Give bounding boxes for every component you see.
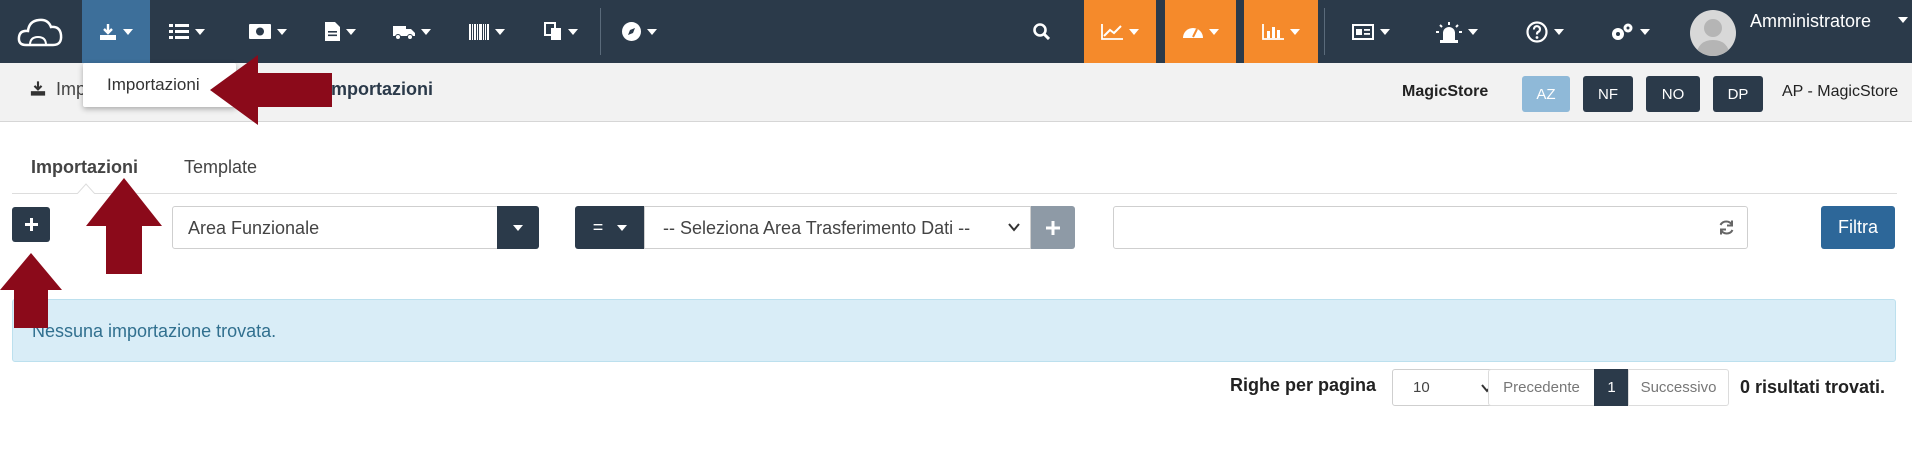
- area-funzionale-toggle[interactable]: [497, 206, 539, 249]
- chevron-down-icon: [1290, 28, 1300, 35]
- nav-settings-menu[interactable]: [1604, 0, 1656, 63]
- document-icon: [324, 22, 340, 41]
- rows-per-page-value: 10: [1413, 379, 1430, 396]
- cloud-logo-icon[interactable]: [0, 0, 80, 63]
- refresh-icon[interactable]: [1718, 219, 1735, 236]
- chevron-down-icon: [1640, 28, 1650, 35]
- search-input[interactable]: [1113, 206, 1748, 249]
- money-icon: [249, 24, 271, 39]
- chevron-down-icon: [1380, 28, 1390, 35]
- bar-chart-icon: [1262, 23, 1284, 40]
- alert-message: Nessuna importazione trovata.: [32, 321, 277, 341]
- list-icon: [169, 24, 189, 39]
- add-area-button[interactable]: [1031, 206, 1075, 249]
- dashboard-icon: [1182, 24, 1203, 39]
- compass-icon: [621, 22, 641, 41]
- chevron-down-icon: [421, 28, 431, 35]
- tag-az[interactable]: AZ: [1522, 76, 1570, 112]
- nav-shipping-menu[interactable]: [392, 0, 432, 63]
- id-card-icon: [1352, 23, 1374, 40]
- chevron-down-icon: [195, 28, 205, 35]
- previous-page-button[interactable]: Precedente: [1488, 369, 1595, 406]
- current-page-button[interactable]: 1: [1594, 369, 1629, 406]
- store-name: MagicStore: [1402, 83, 1489, 100]
- nav-barcode-menu[interactable]: [466, 0, 508, 63]
- nav-dashboard-menu[interactable]: [1165, 0, 1236, 63]
- help-icon: [1526, 20, 1548, 43]
- search-icon: [1032, 23, 1050, 40]
- nav-copy-menu[interactable]: [540, 0, 582, 63]
- annotation-arrow-left: [210, 55, 332, 125]
- tag-no[interactable]: NO: [1646, 76, 1700, 112]
- tab-importazioni[interactable]: Importazioni: [31, 157, 138, 178]
- chevron-down-icon: [1129, 28, 1139, 35]
- area-trasferimento-select[interactable]: -- Seleziona Area Trasferimento Dati --: [644, 206, 1031, 249]
- search-button[interactable]: [1028, 0, 1054, 63]
- line-chart-icon: [1101, 23, 1123, 40]
- plus-icon: [24, 218, 38, 231]
- avatar[interactable]: [1690, 10, 1736, 56]
- operator-value: =: [592, 217, 604, 237]
- next-page-button[interactable]: Successivo: [1628, 369, 1729, 406]
- nav-compass-menu[interactable]: [616, 0, 662, 63]
- chevron-down-icon: [495, 28, 505, 35]
- truck-icon: [393, 24, 415, 40]
- copy-icon: [544, 22, 562, 41]
- chevron-down-icon: [277, 28, 287, 35]
- nav-separator: [1324, 8, 1325, 55]
- gears-icon: [1610, 22, 1634, 42]
- chevron-down-icon: [646, 28, 657, 35]
- nav-idcard-menu[interactable]: [1346, 0, 1396, 63]
- alarm-icon: [1436, 21, 1462, 43]
- annotation-arrow-up-add: [0, 253, 62, 328]
- tag-dp[interactable]: DP: [1713, 76, 1763, 112]
- results-count: 0 risultati trovati.: [1740, 377, 1886, 397]
- chevron-down-icon: [345, 28, 356, 35]
- nav-separator: [600, 8, 601, 55]
- area-trasferimento-value: -- Seleziona Area Trasferimento Dati --: [663, 218, 971, 238]
- chevron-down-icon: [1554, 28, 1564, 35]
- chevron-down-icon: [513, 224, 523, 231]
- user-name[interactable]: Amministratore: [1750, 11, 1871, 32]
- breadcrumb-root[interactable]: Imp: [56, 79, 86, 100]
- tab-divider: [12, 193, 1897, 194]
- add-button[interactable]: [12, 207, 50, 242]
- download-icon: [30, 81, 46, 96]
- top-navbar: Amministratore: [0, 0, 1912, 63]
- tag-nf[interactable]: NF: [1583, 76, 1633, 112]
- annotation-arrow-up-tab: [86, 178, 162, 274]
- chevron-down-icon[interactable]: [1898, 17, 1908, 23]
- page-title: Importazioni: [326, 79, 433, 99]
- barcode-icon: [469, 23, 489, 40]
- chevron-down-icon: [1468, 28, 1478, 35]
- nav-alarm-menu[interactable]: [1432, 0, 1482, 63]
- ap-store-label: AP - MagicStore: [1782, 83, 1899, 100]
- dropdown-item-importazioni[interactable]: Importazioni: [107, 75, 200, 95]
- chevron-down-icon: [1208, 28, 1219, 35]
- nav-list-menu[interactable]: [160, 0, 214, 63]
- download-icon: [99, 23, 117, 40]
- nav-imports-menu[interactable]: [82, 0, 150, 63]
- plus-icon: [1046, 220, 1060, 235]
- empty-results-alert: Nessuna importazione trovata.: [12, 299, 1896, 362]
- rows-per-page-label: Righe per pagina: [1230, 375, 1377, 395]
- filter-button[interactable]: Filtra: [1821, 206, 1895, 249]
- nav-bar-chart-menu[interactable]: [1244, 0, 1318, 63]
- chevron-down-icon: [617, 224, 628, 231]
- nav-documents-menu[interactable]: [318, 0, 362, 63]
- tab-template[interactable]: Template: [184, 157, 257, 178]
- chevron-down-icon: [568, 28, 578, 35]
- area-funzionale-select[interactable]: Area Funzionale: [172, 206, 539, 249]
- chevron-down-icon: [123, 28, 133, 35]
- area-funzionale-value: Area Funzionale: [188, 218, 320, 238]
- nav-help-menu[interactable]: [1520, 0, 1570, 63]
- operator-select[interactable]: =: [575, 206, 645, 249]
- nav-money-menu[interactable]: [240, 0, 296, 63]
- nav-line-chart-menu[interactable]: [1084, 0, 1156, 63]
- chevron-down-icon: [1008, 223, 1020, 232]
